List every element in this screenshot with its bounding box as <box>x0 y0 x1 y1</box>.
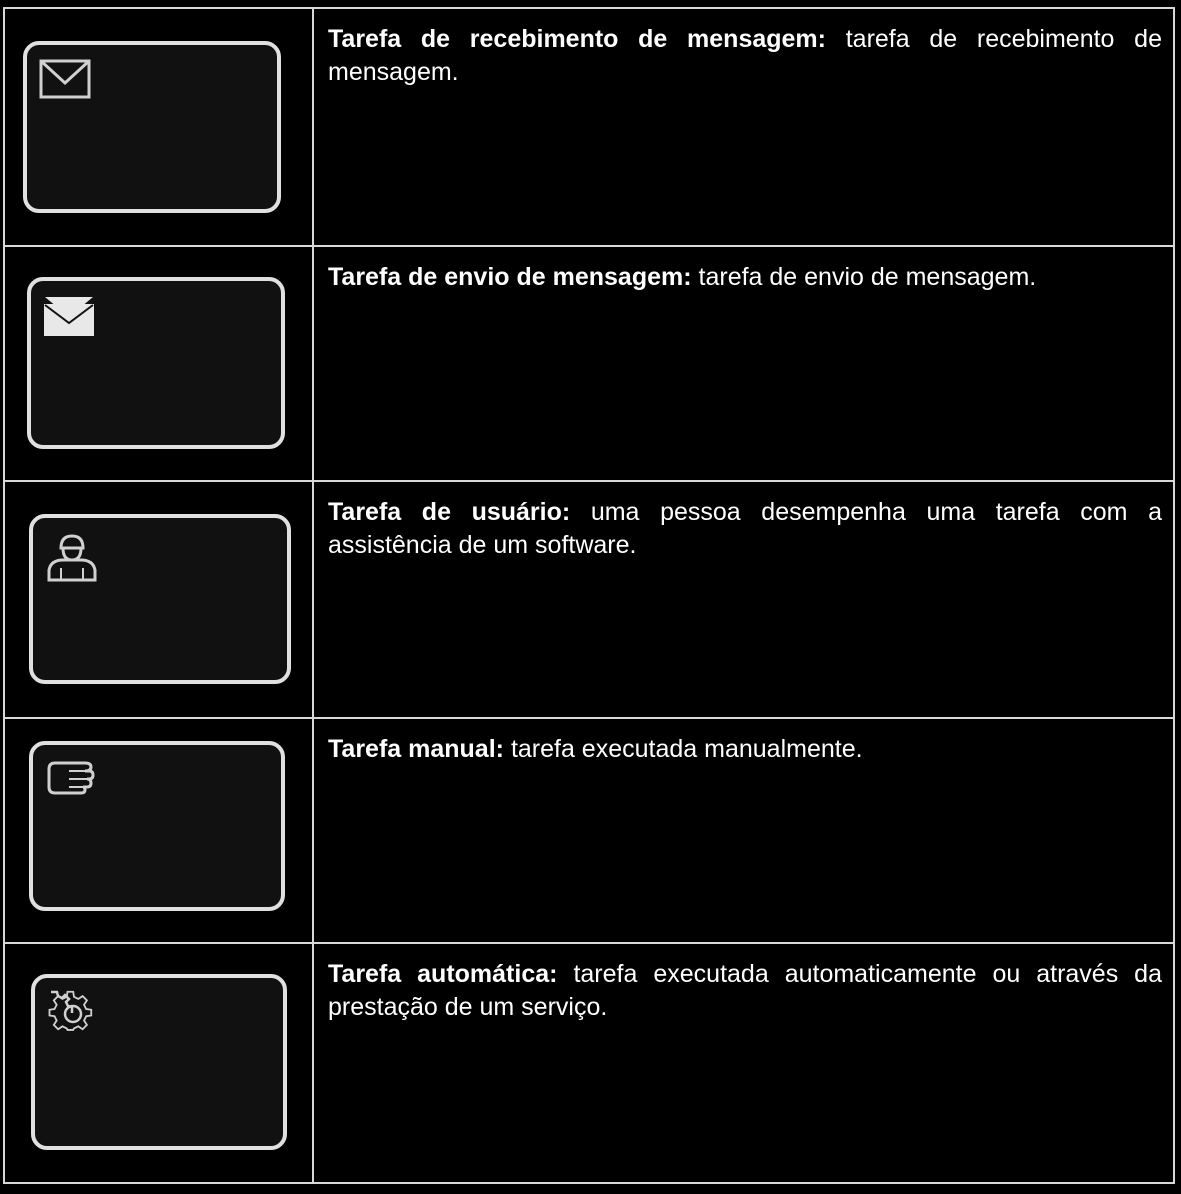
icon-cell <box>5 719 314 942</box>
table-row: Tarefa manual: tarefa executada manualme… <box>5 717 1173 942</box>
row-description: Tarefa de usuário: uma pessoa desempenha… <box>328 496 1162 562</box>
row-text: tarefa de envio de mensagem. <box>698 263 1037 291</box>
icon-cell <box>5 482 314 717</box>
row-title: Tarefa automática: <box>328 960 558 988</box>
icon-cell <box>5 247 314 480</box>
row-title: Tarefa de recebimento de mensagem: <box>328 25 826 53</box>
hand-icon <box>47 761 95 795</box>
envelope-outline-icon <box>39 59 91 99</box>
icon-cell <box>5 9 314 245</box>
task-shape <box>31 974 287 1150</box>
row-title: Tarefa de envio de mensagem: <box>328 263 692 291</box>
task-shape <box>27 277 285 449</box>
row-description: Tarefa de recebimento de mensagem: taref… <box>328 23 1162 89</box>
task-shape <box>29 514 291 684</box>
gear-icon <box>48 990 93 1031</box>
row-description: Tarefa automática: tarefa executada auto… <box>328 958 1162 1024</box>
table-row: Tarefa de recebimento de mensagem: taref… <box>5 9 1173 245</box>
table-row: Tarefa de envio de mensagem: tarefa de e… <box>5 245 1173 480</box>
row-description: Tarefa de envio de mensagem: tarefa de e… <box>328 261 1162 294</box>
icon-cell <box>5 944 314 1182</box>
row-text: tarefa executada manualmente. <box>510 735 863 763</box>
row-title: Tarefa manual: <box>328 735 504 763</box>
row-description: Tarefa manual: tarefa executada manualme… <box>328 733 1162 766</box>
bpmn-task-types-table: Tarefa de recebimento de mensagem: taref… <box>3 7 1175 1184</box>
table-row: Tarefa de usuário: uma pessoa desempenha… <box>5 480 1173 717</box>
task-shape <box>23 41 281 213</box>
envelope-filled-icon <box>44 297 94 336</box>
row-title: Tarefa de usuário: <box>328 498 571 526</box>
table-row: Tarefa automática: tarefa executada auto… <box>5 942 1173 1182</box>
task-shape <box>29 741 285 911</box>
user-icon <box>47 534 97 582</box>
